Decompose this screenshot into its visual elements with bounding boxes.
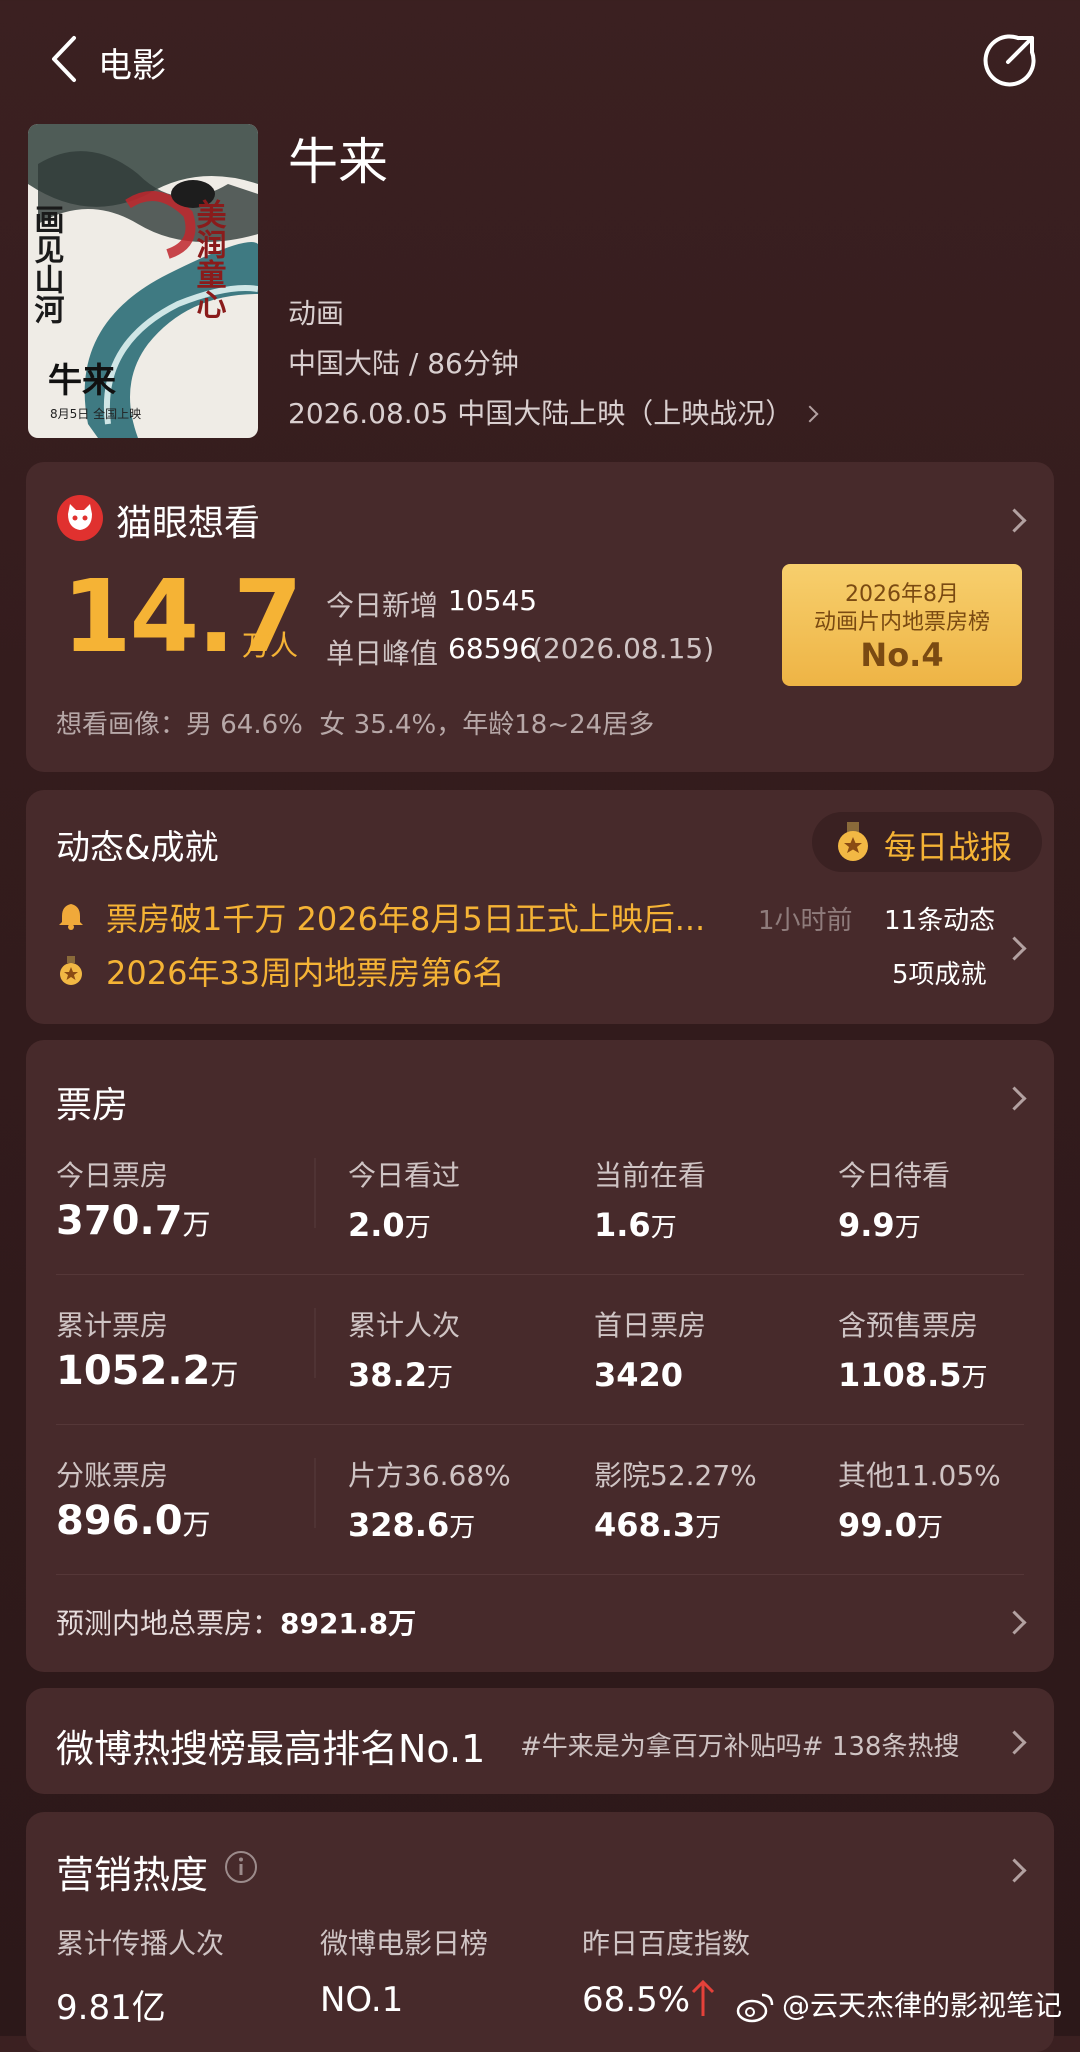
- weibo-title: 微博热搜榜最高排名No.1: [56, 1727, 486, 1771]
- movie-release-link[interactable]: 2026.08.05 中国大陆上映（上映战况）: [288, 392, 819, 432]
- poster-left-text: 画见山河: [29, 204, 65, 324]
- daily-report-button[interactable]: 每日战报: [812, 812, 1042, 872]
- stat-value: 468.3万: [594, 1506, 722, 1544]
- weibo-logo-icon: [736, 1993, 774, 2023]
- want-portrait: 想看画像：男 64.6% 女 35.4%，年龄18~24居多: [56, 710, 655, 740]
- stat-label: 其他11.05%: [838, 1459, 1001, 1492]
- dynamic-item-2[interactable]: 2026年33周内地票房第6名: [106, 948, 505, 994]
- marketing-value: 9.81亿: [56, 1988, 166, 2028]
- dynamics-card[interactable]: 动态&成就 每日战报 票房破1千万 2026年8月5日正式上映后... 1小时前…: [26, 790, 1054, 1024]
- movie-genre: 动画: [288, 297, 345, 330]
- stat-value: 370.7万: [56, 1198, 211, 1244]
- stat-value: 38.2万: [348, 1356, 453, 1394]
- stat-label: 累计人次: [348, 1309, 461, 1342]
- poster-right-text: 美润童心: [191, 198, 227, 319]
- stat-label: 累计票房: [56, 1309, 169, 1342]
- stat-label: 首日票房: [594, 1309, 707, 1342]
- daily-report-label: 每日战报: [884, 828, 1013, 866]
- stat-value: 1052.2万: [56, 1348, 239, 1394]
- stat-label: 分账票房: [56, 1459, 169, 1492]
- peak-label: 单日峰值: [326, 637, 439, 670]
- chevron-right-icon: [1002, 1730, 1027, 1755]
- weibo-card[interactable]: 微博热搜榜最高排名No.1 #牛来是为拿百万补贴吗# 138条热搜: [26, 1688, 1054, 1794]
- bell-icon: [59, 904, 83, 930]
- movie-region-duration: 中国大陆 / 86分钟: [288, 347, 519, 380]
- boxoffice-card[interactable]: 票房 今日票房 370.7万 今日看过 2.0万 当前在看 1.6万 今日待看 …: [26, 1040, 1054, 1672]
- boxoffice-title: 票房: [56, 1085, 129, 1126]
- watermark-text: @云天杰律的影视笔记: [782, 1989, 1063, 2022]
- row-divider: [56, 1274, 1024, 1275]
- movie-poster[interactable]: 画见山河 美润童心 牛来 8月5日 全国上映: [28, 124, 258, 438]
- today-new-value: 10545: [448, 584, 538, 617]
- stat-value: 3420: [594, 1356, 684, 1394]
- stat-label: 今日看过: [348, 1159, 461, 1192]
- marketing-label: 累计传播人次: [56, 1927, 225, 1960]
- dynamic-item-1[interactable]: 票房破1千万 2026年8月5日正式上映后...: [106, 894, 776, 940]
- medal-icon: [838, 822, 868, 861]
- poster-bottom-sub: 8月5日 全国上映: [50, 406, 141, 421]
- dynamic-item-1-time: 1小时前: [758, 906, 853, 936]
- stat-label: 今日票房: [56, 1159, 169, 1192]
- stat-value: 896.0万: [56, 1498, 211, 1544]
- info-icon[interactable]: [224, 1850, 258, 1884]
- medal-small-icon: [60, 956, 82, 985]
- forecast-label: 预测内地总票房：: [56, 1607, 281, 1640]
- stat-value: 328.6万: [348, 1506, 476, 1544]
- back-icon[interactable]: [48, 34, 80, 84]
- weibo-topic: #牛来是为拿百万补贴吗# 138条热搜: [520, 1732, 960, 1762]
- forecast-row[interactable]: 预测内地总票房：8921.8万: [56, 1602, 416, 1642]
- peak-value: 68596: [448, 632, 538, 665]
- stat-label: 片方36.68%: [348, 1459, 511, 1492]
- row-divider: [56, 1424, 1024, 1425]
- marketing-value: NO.1: [320, 1980, 404, 2020]
- movie-release: 2026.08.05 中国大陆上映（上映战况）: [288, 397, 794, 430]
- marketing-title: 营销热度: [56, 1853, 209, 1897]
- movie-title: 牛来: [288, 133, 388, 191]
- divider: [314, 1308, 316, 1378]
- stat-value: 2.0万: [348, 1206, 431, 1244]
- poster-bottom-title: 牛来: [48, 361, 116, 401]
- nav-title: 电影: [98, 46, 166, 86]
- chevron-right-icon: [1002, 936, 1027, 961]
- badge-line2: 动画片内地票房榜: [813, 610, 990, 635]
- watermark: @云天杰律的影视笔记: [736, 1984, 1062, 2024]
- stat-label: 当前在看: [594, 1159, 707, 1192]
- chevron-right-icon: [1002, 508, 1027, 533]
- stat-label: 今日待看: [838, 1159, 951, 1192]
- maoyan-cat-icon: [57, 495, 103, 541]
- stat-value: 9.9万: [838, 1206, 921, 1244]
- chevron-right-icon: [1002, 1610, 1027, 1635]
- chevron-right-icon: [1002, 1858, 1027, 1883]
- up-arrow-icon: [691, 1979, 715, 2016]
- stat-value: 99.0万: [838, 1506, 943, 1544]
- divider: [314, 1158, 316, 1228]
- want-card[interactable]: 猫眼想看 14.7 万人 今日新增 10545 单日峰值 68596 (2026…: [26, 462, 1054, 772]
- marketing-label: 昨日百度指数: [582, 1927, 751, 1960]
- rank-badge[interactable]: 2026年8月 动画片内地票房榜 No.4: [782, 564, 1022, 686]
- chevron-right-icon: [1002, 1086, 1027, 1111]
- marketing-value: 68.5%: [582, 1980, 691, 2020]
- achievement-count: 5项成就: [892, 960, 987, 990]
- stat-value: 1.6万: [594, 1206, 677, 1244]
- divider: [314, 1458, 316, 1528]
- marketing-label: 微博电影日榜: [320, 1927, 489, 1960]
- dynamic-count: 11条动态: [884, 906, 996, 936]
- chevron-right-icon: [801, 405, 819, 423]
- row-divider: [56, 1574, 1024, 1575]
- want-unit: 万人: [242, 629, 299, 662]
- stat-value: 1108.5万: [838, 1356, 988, 1394]
- today-new-label: 今日新增: [326, 589, 439, 622]
- peak-date: (2026.08.15): [532, 632, 715, 665]
- forecast-value: 8921.8万: [280, 1607, 417, 1640]
- dynamics-title: 动态&成就: [56, 828, 219, 868]
- poster-art: 画见山河 美润童心 牛来 8月5日 全国上映: [28, 124, 258, 438]
- share-icon[interactable]: [980, 30, 1040, 90]
- stat-label: 含预售票房: [838, 1309, 979, 1342]
- want-brand: 猫眼想看: [116, 503, 261, 544]
- stat-label: 影院52.27%: [594, 1459, 757, 1492]
- badge-rank: No.4: [860, 636, 944, 674]
